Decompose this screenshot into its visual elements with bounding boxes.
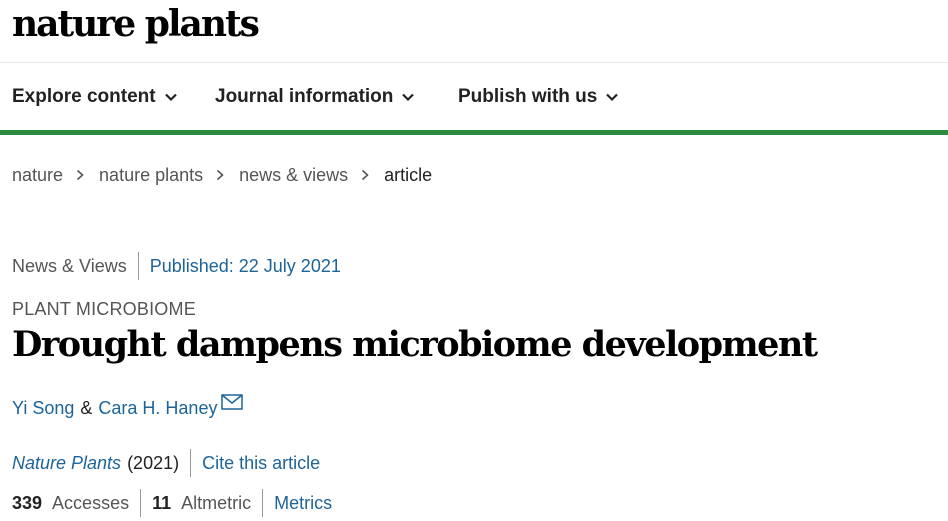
author-link[interactable]: Yi Song [12,398,74,419]
breadcrumb-news-views[interactable]: news & views [239,165,348,186]
envelope-icon[interactable] [221,394,244,410]
main-nav: Explore content Journal information Publ… [0,63,948,130]
breadcrumb-nature[interactable]: nature [12,165,63,186]
divider [262,489,264,517]
publication-year: (2021) [127,452,180,473]
accesses-label: Accesses [52,492,130,513]
nav-item-label: Journal information [215,86,394,107]
chevron-down-icon [164,93,177,102]
journal-logo[interactable]: nature plants [12,2,260,46]
article-meta: News & Views Published: 22 July 2021 [12,252,341,280]
nav-journal-information[interactable]: Journal information [215,83,415,111]
breadcrumb-article: article [384,164,433,185]
breadcrumb-nature-plants[interactable]: nature plants [99,165,203,186]
journal-name[interactable]: Nature Plants [12,453,121,474]
article-subject[interactable]: PLANT MICROBIOME [12,299,196,320]
cite-article-link[interactable]: Cite this article [202,453,320,474]
metrics-row: 339 Accesses 11 Altmetric Metrics [12,489,332,517]
chevron-down-icon [402,93,415,102]
chevron-down-icon [606,93,619,102]
nav-item-label: Explore content [12,86,156,107]
altmetric-label: Altmetric [181,492,252,513]
divider [137,252,139,280]
chevron-right-icon [217,169,224,181]
nav-publish-with-us[interactable]: Publish with us [458,83,619,111]
citation-row: Nature Plants (2021) Cite this article [12,449,320,477]
article-title: Drought dampens microbiome development [12,324,818,365]
published-date[interactable]: Published: 22 July 2021 [150,256,341,277]
divider [140,489,142,517]
author-list: Yi Song & Cara H. Haney [12,394,244,421]
author-joiner: & [80,397,93,418]
chevron-right-icon [362,169,369,181]
metrics-link[interactable]: Metrics [274,493,332,514]
nav-accent-rule [0,130,948,135]
site-header: nature plants [0,0,948,63]
nav-explore-content[interactable]: Explore content [12,83,178,111]
chevron-right-icon [77,169,84,181]
author-link[interactable]: Cara H. Haney [98,398,217,419]
altmetric-count: 11 [152,492,172,513]
breadcrumb: nature nature plants news & views articl… [12,162,432,188]
article-type: News & Views [12,255,127,276]
nav-item-label: Publish with us [458,86,598,107]
divider [190,449,192,477]
accesses-count: 339 [12,492,43,513]
